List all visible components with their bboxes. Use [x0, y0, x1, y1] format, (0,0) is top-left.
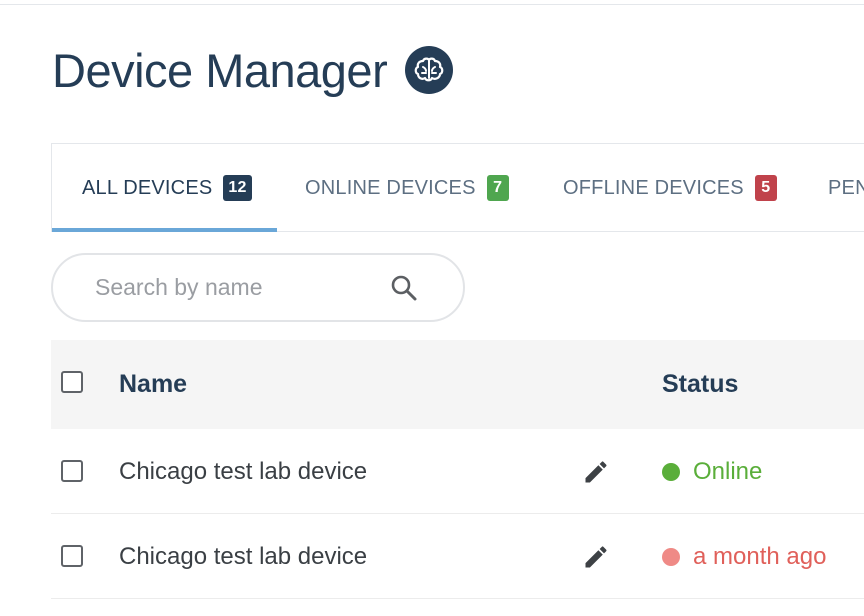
- tab-all-devices[interactable]: ALL DEVICES 12: [82, 144, 252, 232]
- status-dot: [662, 462, 680, 481]
- status-cell: Online: [662, 429, 762, 514]
- column-header-status[interactable]: Status: [662, 340, 738, 429]
- status-text: Online: [693, 457, 763, 485]
- tab-label: OFFLINE DEVICES: [563, 176, 744, 199]
- status-text: a month ago: [693, 542, 827, 570]
- search-icon[interactable]: [389, 273, 419, 303]
- top-divider: [0, 4, 864, 5]
- tab-offline-devices[interactable]: OFFLINE DEVICES 5: [563, 144, 777, 232]
- page-header: Device Manager: [52, 38, 454, 102]
- tab-pending-devices[interactable]: PEN: [828, 144, 864, 232]
- table-row: Chicago test lab device a month ago: [51, 514, 864, 599]
- tab-online-devices[interactable]: ONLINE DEVICES 7: [305, 144, 509, 232]
- device-tabs: ALL DEVICES 12 ONLINE DEVICES 7 OFFLINE …: [51, 143, 864, 232]
- tab-label: ONLINE DEVICES: [305, 176, 476, 199]
- brain-icon: [405, 46, 454, 94]
- select-all-checkbox[interactable]: [61, 371, 83, 393]
- device-name: Chicago test lab device: [119, 457, 368, 485]
- search-bar: [51, 253, 465, 322]
- table-header: Name Status: [51, 340, 864, 429]
- device-name: Chicago test lab device: [119, 542, 368, 570]
- tab-count-badge: 7: [486, 175, 509, 201]
- tab-label: PEN: [828, 176, 864, 199]
- search-input[interactable]: [95, 274, 389, 301]
- column-header-name[interactable]: Name: [119, 340, 187, 429]
- table-row: Chicago test lab device Online: [51, 429, 864, 514]
- pencil-icon[interactable]: [579, 540, 613, 574]
- status-dot: [662, 547, 680, 566]
- page-title: Device Manager: [52, 43, 388, 97]
- row-checkbox[interactable]: [61, 545, 83, 567]
- status-cell: a month ago: [662, 514, 826, 599]
- pencil-icon[interactable]: [579, 455, 613, 489]
- tab-count-badge: 5: [754, 175, 777, 201]
- tab-count-badge: 12: [223, 175, 252, 201]
- active-tab-indicator: [52, 228, 277, 232]
- row-checkbox[interactable]: [61, 460, 83, 482]
- tab-label: ALL DEVICES: [82, 176, 213, 199]
